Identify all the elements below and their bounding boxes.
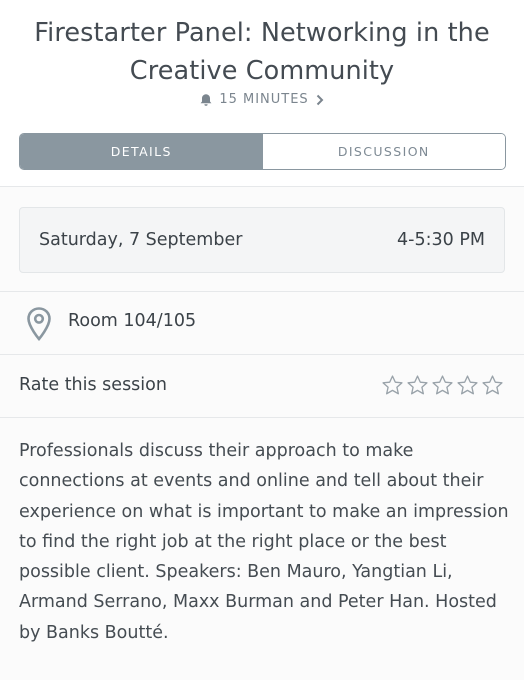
header-divider: [0, 186, 524, 187]
room-label: Room 104/105: [68, 311, 197, 331]
bell-icon: [200, 93, 212, 106]
session-description: Professionals discuss their approach to …: [19, 441, 509, 643]
star-rating: [381, 374, 504, 397]
star-icon-1[interactable]: [381, 374, 404, 397]
reminder-link[interactable]: 15 MINUTES: [0, 92, 524, 107]
view-segmented-control: DETAILS DISCUSSION: [19, 133, 506, 170]
chevron-right-icon: [316, 94, 324, 105]
tab-discussion[interactable]: DISCUSSION: [262, 134, 505, 169]
session-header: Firestarter Panel: Networking in the Cre…: [0, 0, 524, 186]
session-date: Saturday, 7 September: [39, 230, 243, 250]
location-row[interactable]: Room 104/105: [0, 292, 524, 354]
map-pin-icon: [27, 307, 51, 342]
star-icon-2[interactable]: [406, 374, 429, 397]
session-time: 4-5:30 PM: [397, 230, 485, 250]
rating-row: Rate this session: [0, 355, 524, 417]
star-icon-4[interactable]: [456, 374, 479, 397]
star-icon-3[interactable]: [431, 374, 454, 397]
schedule-box: Saturday, 7 September 4-5:30 PM: [19, 207, 505, 273]
tab-details[interactable]: DETAILS: [20, 134, 263, 169]
divider: [0, 417, 524, 418]
star-icon-5[interactable]: [481, 374, 504, 397]
rate-session-label: Rate this session: [19, 375, 167, 395]
reminder-label: 15 MINUTES: [219, 92, 309, 107]
session-title: Firestarter Panel: Networking in the Cre…: [34, 18, 490, 86]
